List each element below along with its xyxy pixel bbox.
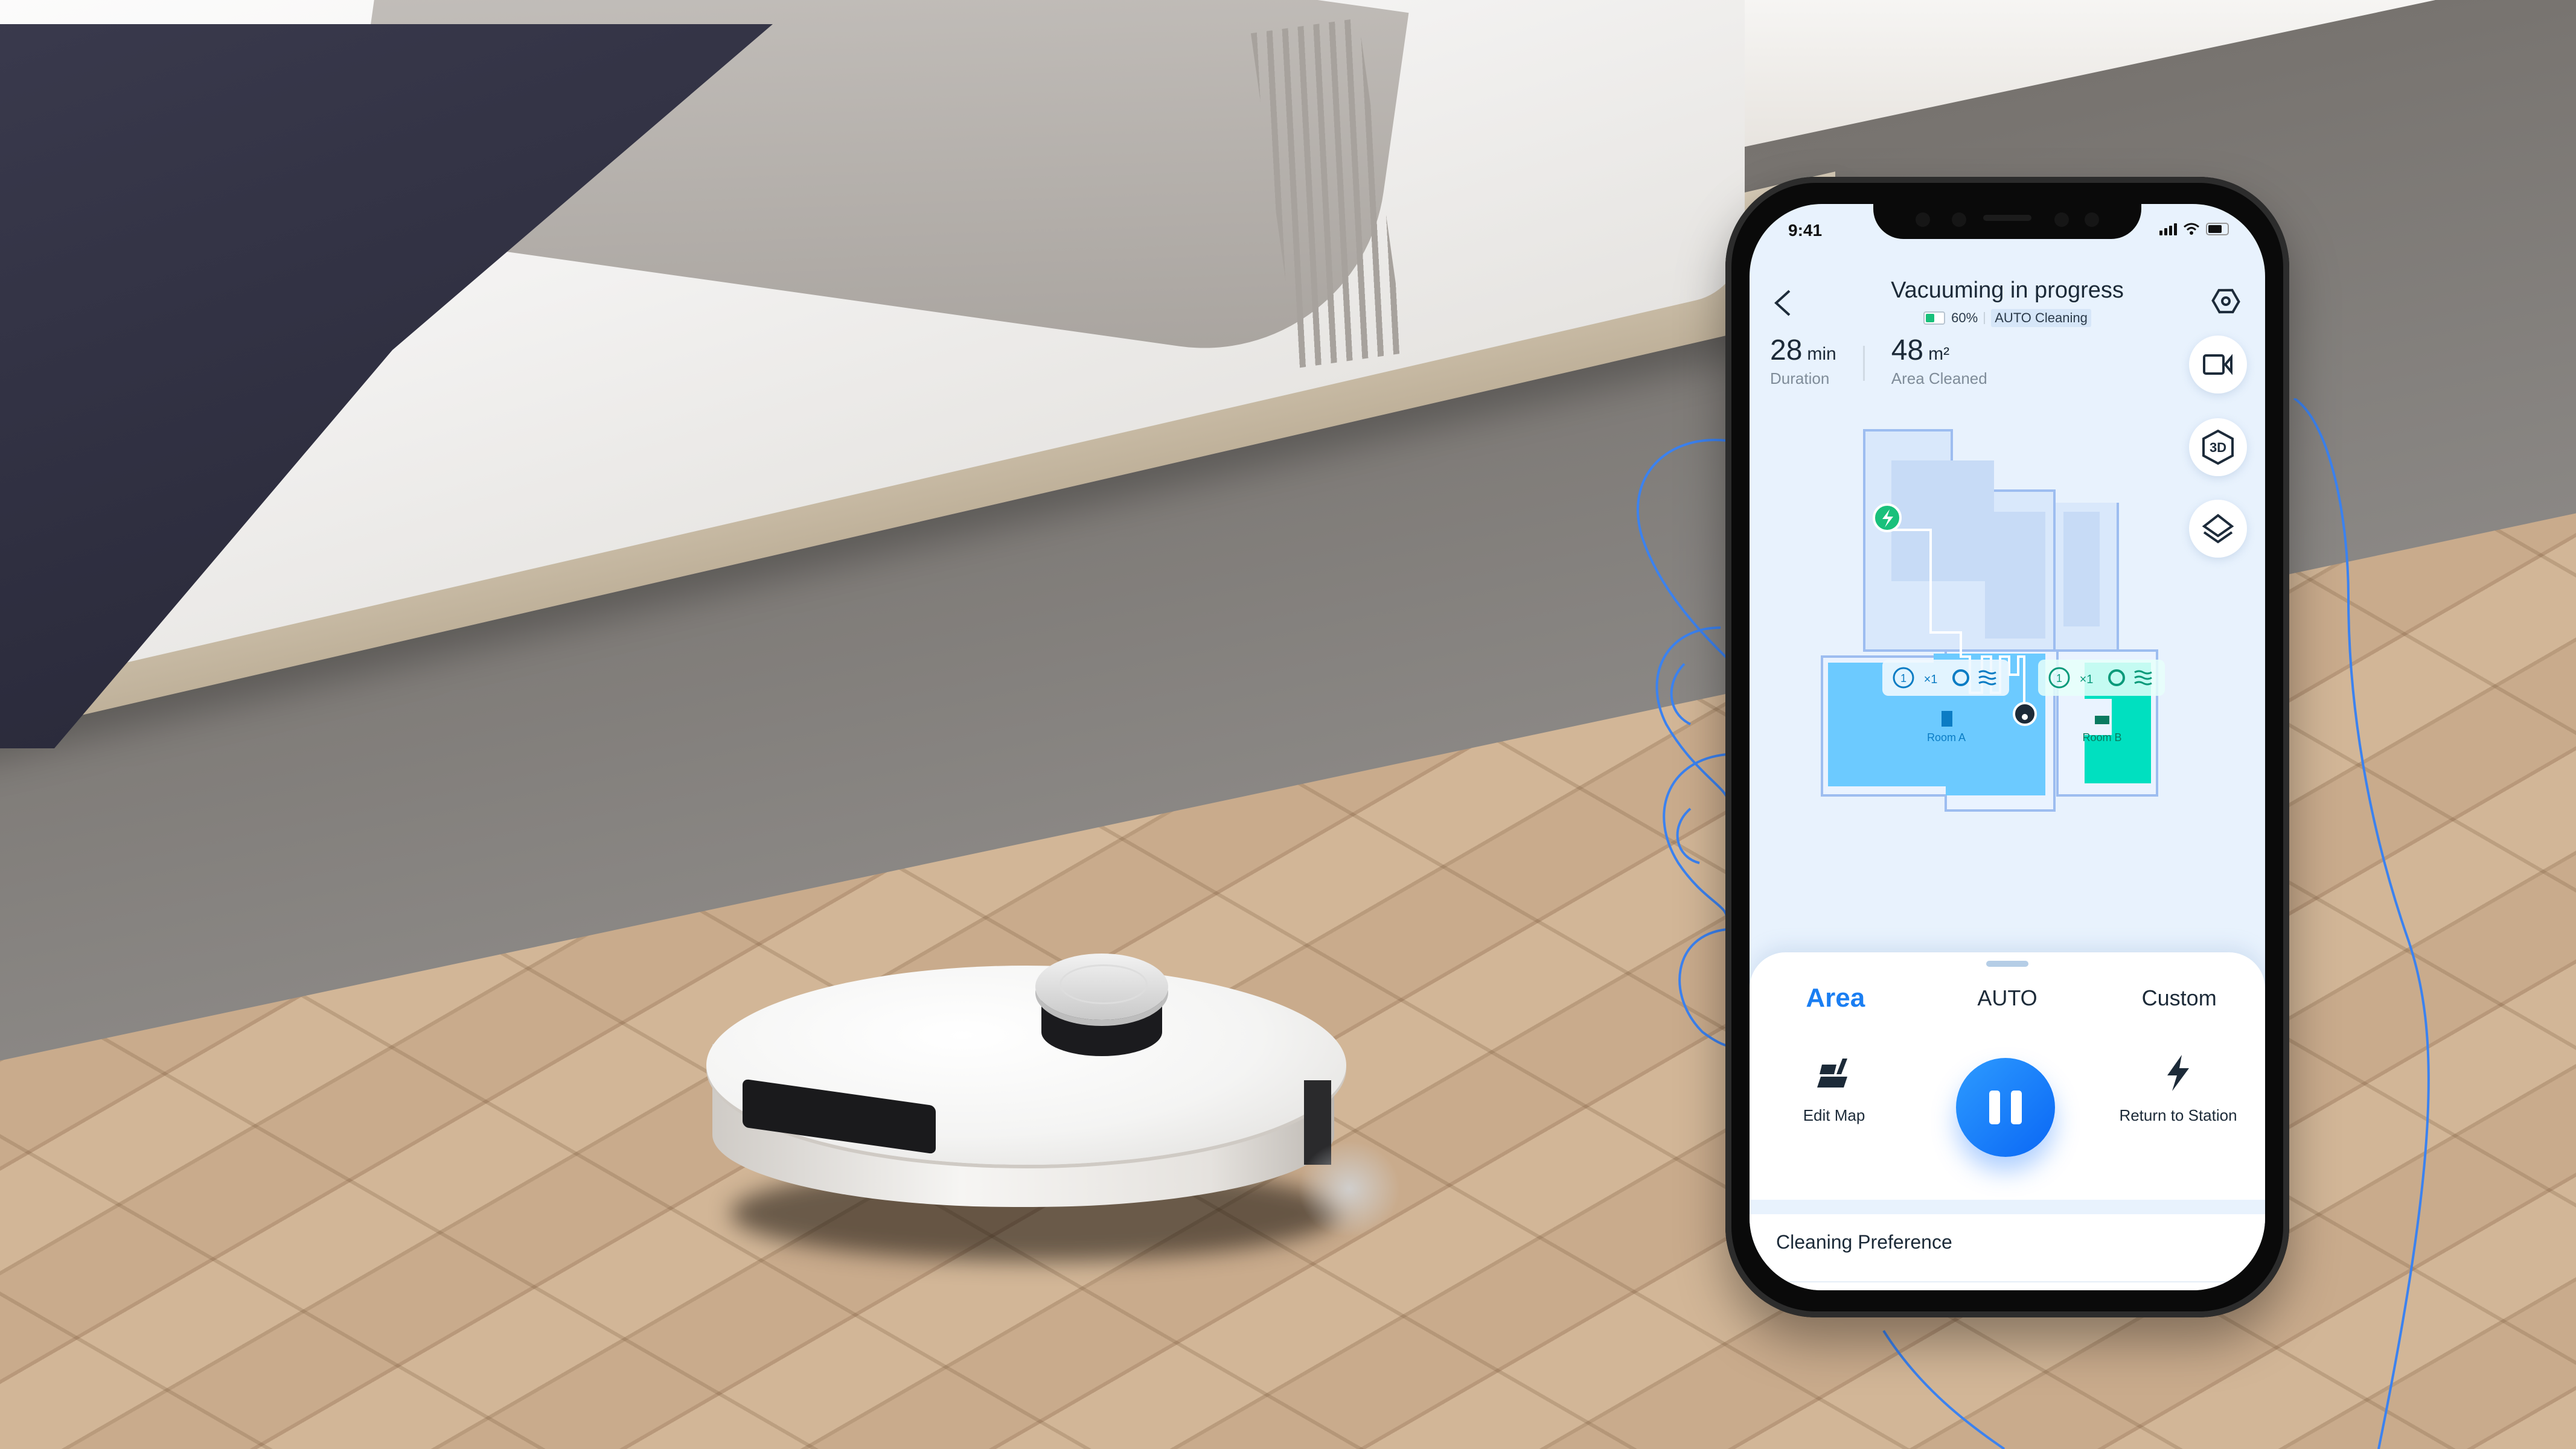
speaker xyxy=(1983,215,2031,221)
control-sheet: Area AUTO Custom Edit Map Return to Stat… xyxy=(1750,952,2265,1290)
hexagon-settings-icon xyxy=(2211,288,2240,314)
layers-button[interactable] xyxy=(2189,500,2247,558)
settings-button[interactable] xyxy=(2211,286,2241,316)
edit-map-icon xyxy=(1817,1059,1847,1088)
status-battery-icon xyxy=(2206,222,2229,235)
wifi-icon xyxy=(2184,223,2199,235)
sheet-drag-handle[interactable] xyxy=(1986,961,2028,967)
robot-vacuum xyxy=(706,954,1401,1261)
svg-text:1: 1 xyxy=(1900,672,1906,684)
dining-table-icon xyxy=(2095,716,2109,724)
battery-icon xyxy=(1923,311,1946,325)
app-header: Vacuuming in progress 60% AUTO Cleaning xyxy=(1750,270,2265,331)
svg-text:3D: 3D xyxy=(2210,440,2226,455)
stat-area: 48 m² Area Cleaned xyxy=(1891,334,1987,387)
pause-button[interactable] xyxy=(1956,1058,2055,1157)
robot-lidar-turret xyxy=(1035,954,1168,1062)
3d-view-button[interactable]: 3D xyxy=(2189,418,2247,476)
mode-badge: AUTO Cleaning xyxy=(1991,309,2091,327)
robot-position-icon xyxy=(2013,702,2037,726)
svg-text:×1: ×1 xyxy=(1924,673,1938,686)
door-icon xyxy=(1942,711,1952,727)
video-camera-icon xyxy=(2203,354,2232,375)
stat-duration: 28 min Duration xyxy=(1770,334,1836,387)
app-screen: 9:41 Vacuuming in progress 60% AUTO Clea… xyxy=(1750,204,2265,1290)
lightning-icon xyxy=(2167,1055,2189,1091)
layers-icon xyxy=(2202,514,2234,544)
tab-custom[interactable]: Custom xyxy=(2093,986,2265,1013)
svg-text:Room A: Room A xyxy=(1927,731,1966,744)
signal-icon xyxy=(2159,222,2177,235)
phone-notch xyxy=(1873,204,2141,239)
3d-cube-icon: 3D xyxy=(2202,429,2234,465)
cleaning-stats: 28 min Duration 48 m² Area Cleaned xyxy=(1770,334,1987,388)
unexplored-rooms xyxy=(1863,429,2119,652)
floor-map[interactable]: 1 ×1 Room A 1 ×1 Room B xyxy=(1816,397,2178,820)
status-line: 60% AUTO Cleaning xyxy=(1750,309,2265,327)
smartphone: 9:41 Vacuuming in progress 60% AUTO Clea… xyxy=(1725,177,2289,1317)
page-title: Vacuuming in progress xyxy=(1891,278,2124,303)
video-button[interactable] xyxy=(2189,336,2247,393)
svg-text:×1: ×1 xyxy=(2080,673,2094,686)
status-time: 9:41 xyxy=(1788,221,1823,240)
svg-text:1: 1 xyxy=(2056,672,2062,684)
pause-icon xyxy=(1989,1091,2000,1124)
edit-map-button[interactable]: Edit Map xyxy=(1780,1052,1888,1125)
return-to-station-button[interactable]: Return to Station xyxy=(2106,1052,2251,1125)
battery-percent: 60% xyxy=(1951,310,1978,325)
svg-text:Room B: Room B xyxy=(2082,731,2121,744)
robot-side-brush xyxy=(1298,1141,1401,1237)
cleaning-preference-row[interactable]: Cleaning Preference xyxy=(1776,1231,1952,1253)
tab-area[interactable]: Area xyxy=(1750,983,1922,1013)
tab-auto[interactable]: AUTO xyxy=(1922,986,2094,1013)
charging-dock-icon[interactable] xyxy=(1873,503,1902,532)
mode-tabs: Area AUTO Custom xyxy=(1750,983,2265,1013)
